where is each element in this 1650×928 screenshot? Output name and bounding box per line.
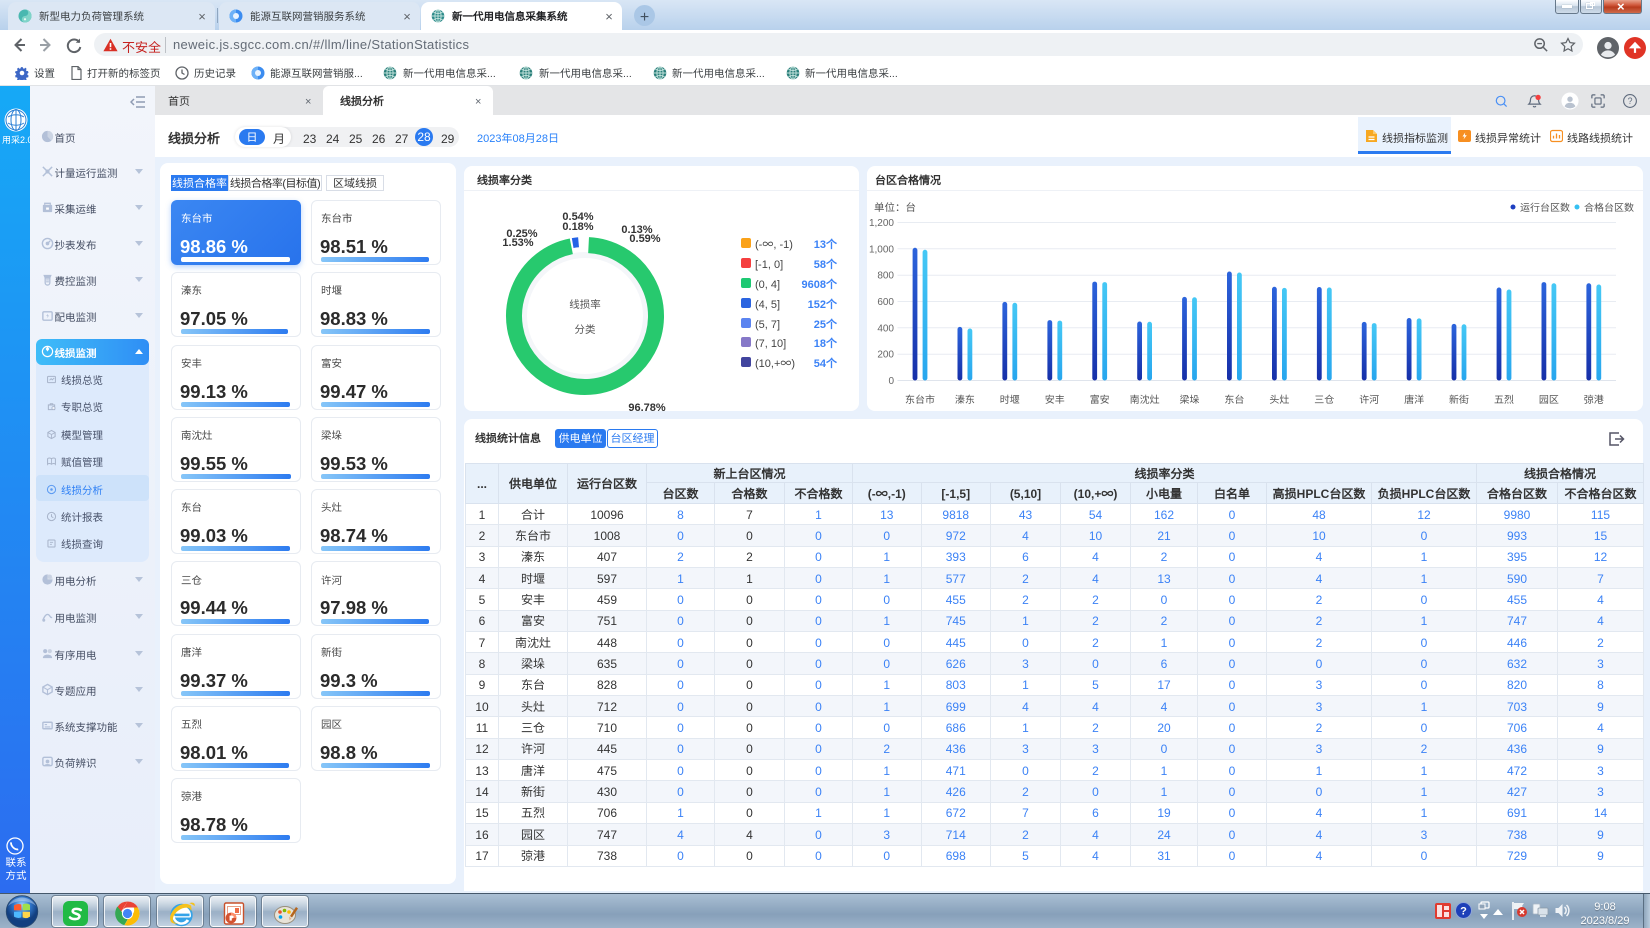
svg-text:五烈: 五烈 (1494, 391, 1514, 406)
svg-text:合格台区数: 合格台区数 (1584, 199, 1634, 214)
svg-text:东台: 东台 (1224, 391, 1244, 406)
svg-text:新街: 新街 (1449, 391, 1469, 406)
svg-text:安丰: 安丰 (1045, 391, 1065, 406)
svg-text:东台市: 东台市 (905, 391, 935, 406)
svg-text:弶港: 弶港 (1584, 391, 1604, 406)
svg-text:梁垛: 梁垛 (1180, 391, 1200, 406)
svg-text:溱东: 溱东 (955, 391, 975, 406)
svg-text:许河: 许河 (1359, 391, 1379, 406)
svg-text:三仓: 三仓 (1314, 391, 1334, 406)
svg-text:富安: 富安 (1090, 391, 1110, 406)
svg-text:?: ? (1628, 96, 1633, 106)
svg-text:运行台区数: 运行台区数 (1520, 199, 1570, 214)
svg-text:400: 400 (877, 323, 894, 334)
svg-text:南沈灶: 南沈灶 (1130, 391, 1160, 406)
svg-text:0: 0 (888, 376, 894, 387)
svg-text:600: 600 (877, 297, 894, 308)
svg-text:唐洋: 唐洋 (1404, 391, 1424, 406)
svg-text:200: 200 (877, 350, 894, 361)
svg-text:头灶: 头灶 (1269, 391, 1289, 406)
svg-text:时堰: 时堰 (1000, 391, 1020, 406)
svg-text:1,000: 1,000 (869, 244, 894, 255)
svg-text:园区: 园区 (1539, 391, 1559, 406)
svg-text:单位：台: 单位：台 (874, 200, 916, 215)
svg-text:1,200: 1,200 (869, 218, 894, 229)
svg-text:800: 800 (877, 271, 894, 282)
svg-text:?: ? (1460, 906, 1467, 918)
